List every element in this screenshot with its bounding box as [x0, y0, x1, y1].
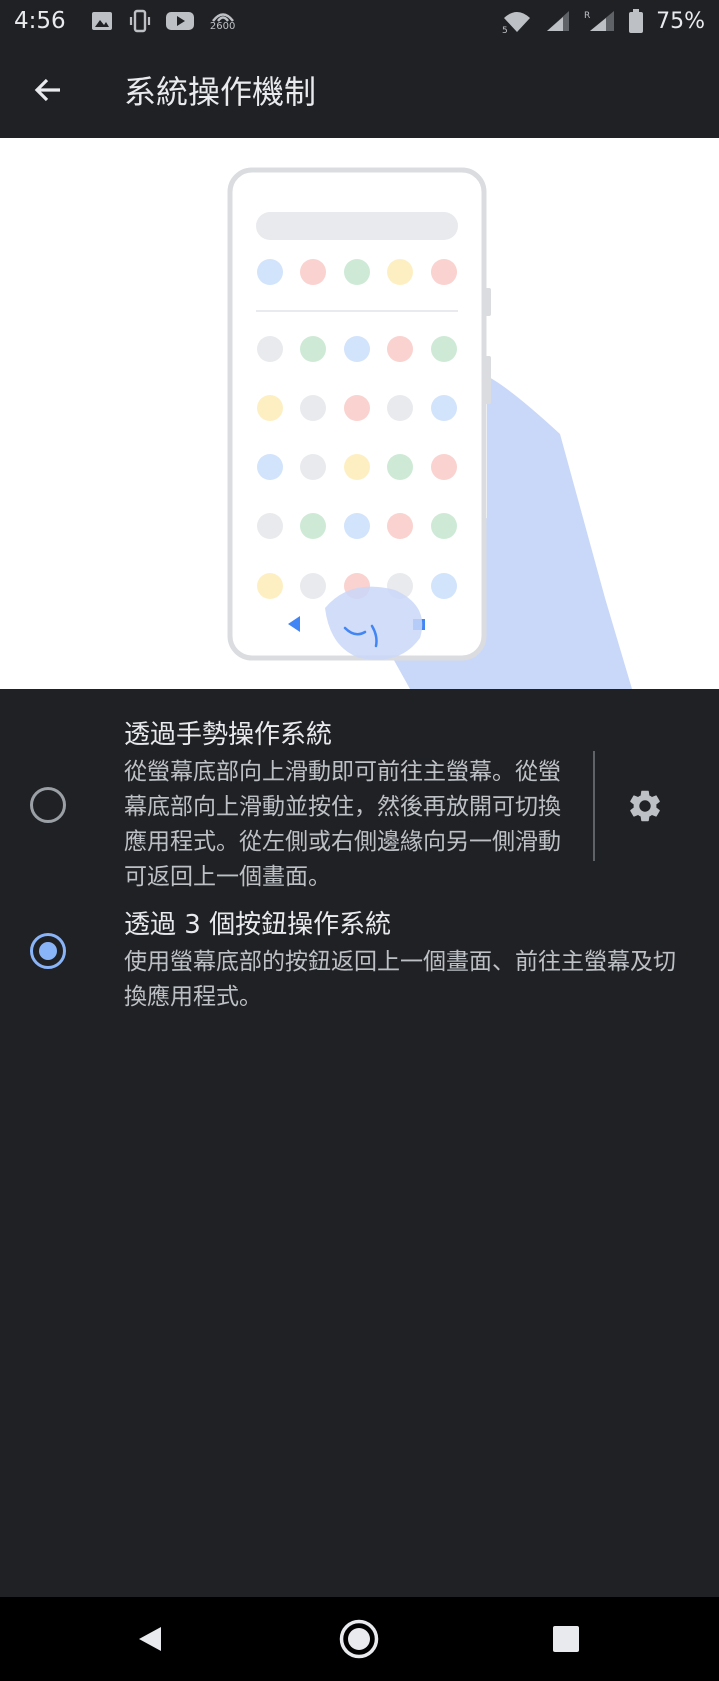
option-gesture-text: 透過手勢操作系統 從螢幕底部向上滑動即可前往主螢幕。從螢幕底部向上滑動並按住，然…: [124, 717, 564, 895]
app-bar: 系統操作機制: [0, 42, 719, 138]
back-button[interactable]: [0, 42, 96, 138]
gear-icon: [630, 790, 660, 822]
svg-text:5: 5: [502, 26, 508, 33]
youtube-icon: [165, 9, 194, 33]
recents-square-icon: [553, 1626, 579, 1652]
option-three-button-title: 透過 3 個按鈕操作系統: [124, 910, 392, 940]
nav-back-button[interactable]: [100, 1597, 200, 1681]
status-system-icons: 5 R 75%: [502, 9, 705, 34]
network-speed-icon: 2600: [208, 9, 238, 33]
nav-recents-button[interactable]: [516, 1597, 616, 1681]
battery-icon: [628, 9, 644, 33]
back-triangle-icon: [139, 1627, 161, 1651]
option-gesture-title: 透過手勢操作系統: [124, 720, 333, 750]
radio-three-button-navigation[interactable]: [30, 933, 66, 969]
option-three-button-description: 使用螢幕底部的按鈕返回上一個畫面、前往主螢幕及切換應用程式。: [124, 949, 676, 1010]
network-badge: 2600: [209, 21, 236, 32]
gesture-illustration: [0, 138, 719, 689]
status-bar: 4:56 2600 5 R 75%: [0, 0, 719, 42]
option-three-button-text: 透過 3 個按鈕操作系統 使用螢幕底部的按鈕返回上一個畫面、前往主螢幕及切換應用…: [124, 907, 694, 1015]
system-nav-bar: [0, 1597, 719, 1681]
nav-home-button[interactable]: [309, 1597, 409, 1681]
option-three-button-navigation[interactable]: 透過 3 個按鈕操作系統 使用螢幕底部的按鈕返回上一個畫面、前往主螢幕及切換應用…: [0, 910, 719, 1049]
signal-roaming-icon: R: [584, 9, 616, 33]
settings-divider: [593, 751, 595, 861]
arrow-back-icon: [34, 78, 60, 102]
svg-text:R: R: [584, 11, 590, 21]
option-gesture-description: 從螢幕底部向上滑動即可前往主螢幕。從螢幕底部向上滑動並按住，然後再放開可切換應用…: [124, 759, 561, 890]
navigation-options: 透過手勢操作系統 從螢幕底部向上滑動即可前往主螢幕。從螢幕底部向上滑動並按住，然…: [0, 689, 719, 1049]
status-time: 4:56: [14, 8, 66, 34]
image-icon: [90, 9, 114, 33]
home-circle-icon: [339, 1619, 379, 1659]
signal-icon: [544, 9, 572, 33]
option-gesture-navigation[interactable]: 透過手勢操作系統 從螢幕底部向上滑動即可前往主螢幕。從螢幕底部向上滑動並按住，然…: [0, 689, 719, 919]
vibrate-icon: [128, 9, 152, 33]
battery-percent: 75%: [656, 8, 705, 34]
wifi-icon: 5: [502, 9, 532, 33]
page-title: 系統操作機制: [124, 73, 317, 111]
gesture-settings-button[interactable]: [620, 781, 670, 831]
status-notification-icons: 2600: [90, 9, 238, 33]
radio-gesture-navigation[interactable]: [30, 787, 66, 823]
phone-hand-illustration: [227, 167, 632, 689]
